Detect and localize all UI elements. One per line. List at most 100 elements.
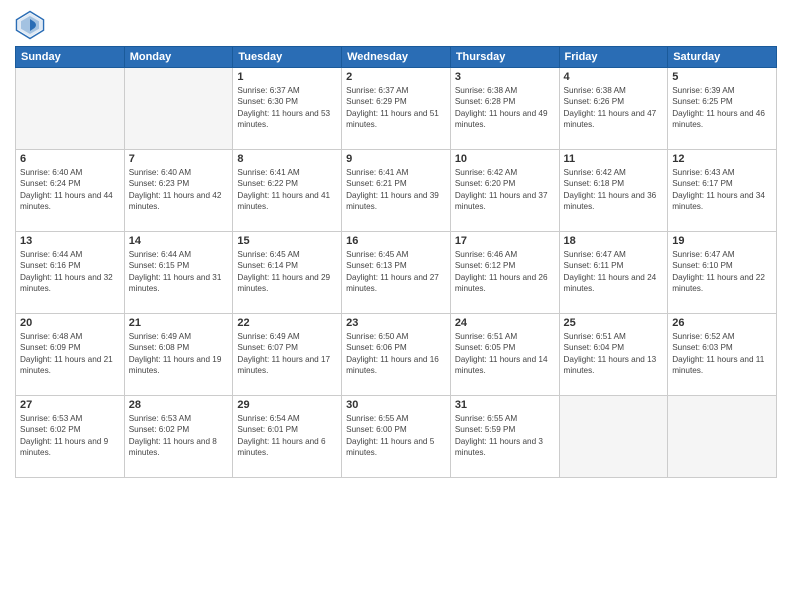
day-number: 9 xyxy=(346,153,446,165)
day-info: Sunrise: 6:46 AMSunset: 6:12 PMDaylight:… xyxy=(455,249,555,295)
day-number: 23 xyxy=(346,317,446,329)
day-info: Sunrise: 6:44 AMSunset: 6:16 PMDaylight:… xyxy=(20,249,120,295)
calendar-cell: 16 Sunrise: 6:45 AMSunset: 6:13 PMDayligh… xyxy=(342,232,451,314)
calendar-cell: 28 Sunrise: 6:53 AMSunset: 6:02 PMDayligh… xyxy=(124,396,233,478)
calendar-cell: 26 Sunrise: 6:52 AMSunset: 6:03 PMDayligh… xyxy=(668,314,777,396)
day-info: Sunrise: 6:48 AMSunset: 6:09 PMDaylight:… xyxy=(20,331,120,377)
day-number: 6 xyxy=(20,153,120,165)
day-number: 28 xyxy=(129,399,229,411)
day-info: Sunrise: 6:43 AMSunset: 6:17 PMDaylight:… xyxy=(672,167,772,213)
day-number: 7 xyxy=(129,153,229,165)
calendar-cell: 6Sunrise: 6:40 AMSunset: 6:24 PMDaylight… xyxy=(16,150,125,232)
day-info: Sunrise: 6:41 AMSunset: 6:21 PMDaylight:… xyxy=(346,167,446,213)
page: SundayMondayTuesdayWednesdayThursdayFrid… xyxy=(0,0,792,612)
day-info: Sunrise: 6:55 AMSunset: 5:59 PMDaylight:… xyxy=(455,413,555,459)
calendar-cell: 3 Sunrise: 6:38 AMSunset: 6:28 PMDaylight… xyxy=(450,68,559,150)
day-info: Sunrise: 6:51 AMSunset: 6:05 PMDaylight:… xyxy=(455,331,555,377)
calendar-cell: 14 Sunrise: 6:44 AMSunset: 6:15 PMDayligh… xyxy=(124,232,233,314)
calendar-cell: 20 Sunrise: 6:48 AMSunset: 6:09 PMDayligh… xyxy=(16,314,125,396)
week-row-5: 27 Sunrise: 6:53 AMSunset: 6:02 PMDayligh… xyxy=(16,396,777,478)
day-info: Sunrise: 6:38 AMSunset: 6:28 PMDaylight:… xyxy=(455,85,555,131)
calendar-cell: 27 Sunrise: 6:53 AMSunset: 6:02 PMDayligh… xyxy=(16,396,125,478)
day-number: 27 xyxy=(20,399,120,411)
day-number: 21 xyxy=(129,317,229,329)
day-number: 12 xyxy=(672,153,772,165)
calendar-cell: 8 Sunrise: 6:41 AMSunset: 6:22 PMDaylight… xyxy=(233,150,342,232)
weekday-header-thursday: Thursday xyxy=(450,47,559,68)
day-info: Sunrise: 6:40 AMSunset: 6:23 PMDaylight:… xyxy=(129,167,229,213)
calendar-cell: 29Sunrise: 6:54 AMSunset: 6:01 PMDayligh… xyxy=(233,396,342,478)
weekday-header-sunday: Sunday xyxy=(16,47,125,68)
day-info: Sunrise: 6:52 AMSunset: 6:03 PMDaylight:… xyxy=(672,331,772,377)
week-row-2: 6Sunrise: 6:40 AMSunset: 6:24 PMDaylight… xyxy=(16,150,777,232)
calendar-cell xyxy=(668,396,777,478)
day-number: 17 xyxy=(455,235,555,247)
weekday-header-wednesday: Wednesday xyxy=(342,47,451,68)
header xyxy=(15,10,777,40)
day-number: 16 xyxy=(346,235,446,247)
calendar-cell xyxy=(124,68,233,150)
weekday-header-friday: Friday xyxy=(559,47,668,68)
calendar-cell: 25Sunrise: 6:51 AMSunset: 6:04 PMDayligh… xyxy=(559,314,668,396)
weekday-header-row: SundayMondayTuesdayWednesdayThursdayFrid… xyxy=(16,47,777,68)
calendar-cell: 31 Sunrise: 6:55 AMSunset: 5:59 PMDayligh… xyxy=(450,396,559,478)
day-info: Sunrise: 6:41 AMSunset: 6:22 PMDaylight:… xyxy=(237,167,337,213)
day-number: 18 xyxy=(564,235,664,247)
day-number: 11 xyxy=(564,153,664,165)
day-info: Sunrise: 6:39 AMSunset: 6:25 PMDaylight:… xyxy=(672,85,772,131)
day-info: Sunrise: 6:53 AMSunset: 6:02 PMDaylight:… xyxy=(129,413,229,459)
week-row-1: 1 Sunrise: 6:37 AMSunset: 6:30 PMDaylight… xyxy=(16,68,777,150)
day-info: Sunrise: 6:42 AMSunset: 6:18 PMDaylight:… xyxy=(564,167,664,213)
day-number: 5 xyxy=(672,71,772,83)
day-number: 22 xyxy=(237,317,337,329)
day-info: Sunrise: 6:44 AMSunset: 6:15 PMDaylight:… xyxy=(129,249,229,295)
day-info: Sunrise: 6:47 AMSunset: 6:11 PMDaylight:… xyxy=(564,249,664,295)
calendar-cell: 2 Sunrise: 6:37 AMSunset: 6:29 PMDaylight… xyxy=(342,68,451,150)
day-number: 2 xyxy=(346,71,446,83)
calendar-cell xyxy=(16,68,125,150)
day-info: Sunrise: 6:50 AMSunset: 6:06 PMDaylight:… xyxy=(346,331,446,377)
calendar-cell: 15 Sunrise: 6:45 AMSunset: 6:14 PMDayligh… xyxy=(233,232,342,314)
calendar-cell: 24 Sunrise: 6:51 AMSunset: 6:05 PMDayligh… xyxy=(450,314,559,396)
calendar-cell: 22 Sunrise: 6:49 AMSunset: 6:07 PMDayligh… xyxy=(233,314,342,396)
week-row-4: 20 Sunrise: 6:48 AMSunset: 6:09 PMDayligh… xyxy=(16,314,777,396)
calendar-cell: 23 Sunrise: 6:50 AMSunset: 6:06 PMDayligh… xyxy=(342,314,451,396)
day-number: 4 xyxy=(564,71,664,83)
logo-icon xyxy=(15,10,45,40)
calendar-cell: 19 Sunrise: 6:47 AMSunset: 6:10 PMDayligh… xyxy=(668,232,777,314)
day-info: Sunrise: 6:45 AMSunset: 6:14 PMDaylight:… xyxy=(237,249,337,295)
day-info: Sunrise: 6:37 AMSunset: 6:30 PMDaylight:… xyxy=(237,85,337,131)
day-info: Sunrise: 6:54 AMSunset: 6:01 PMDaylight:… xyxy=(237,413,337,459)
weekday-header-monday: Monday xyxy=(124,47,233,68)
calendar-cell: 1 Sunrise: 6:37 AMSunset: 6:30 PMDaylight… xyxy=(233,68,342,150)
day-number: 15 xyxy=(237,235,337,247)
day-info: Sunrise: 6:49 AMSunset: 6:08 PMDaylight:… xyxy=(129,331,229,377)
day-number: 31 xyxy=(455,399,555,411)
day-number: 10 xyxy=(455,153,555,165)
day-number: 26 xyxy=(672,317,772,329)
weekday-header-saturday: Saturday xyxy=(668,47,777,68)
day-number: 19 xyxy=(672,235,772,247)
logo xyxy=(15,10,49,40)
day-number: 30 xyxy=(346,399,446,411)
day-info: Sunrise: 6:47 AMSunset: 6:10 PMDaylight:… xyxy=(672,249,772,295)
day-info: Sunrise: 6:45 AMSunset: 6:13 PMDaylight:… xyxy=(346,249,446,295)
day-number: 24 xyxy=(455,317,555,329)
day-number: 8 xyxy=(237,153,337,165)
day-info: Sunrise: 6:49 AMSunset: 6:07 PMDaylight:… xyxy=(237,331,337,377)
day-number: 20 xyxy=(20,317,120,329)
day-number: 1 xyxy=(237,71,337,83)
day-number: 3 xyxy=(455,71,555,83)
weekday-header-tuesday: Tuesday xyxy=(233,47,342,68)
day-info: Sunrise: 6:37 AMSunset: 6:29 PMDaylight:… xyxy=(346,85,446,131)
calendar-cell xyxy=(559,396,668,478)
day-number: 13 xyxy=(20,235,120,247)
day-info: Sunrise: 6:42 AMSunset: 6:20 PMDaylight:… xyxy=(455,167,555,213)
day-info: Sunrise: 6:51 AMSunset: 6:04 PMDaylight:… xyxy=(564,331,664,377)
calendar-table: SundayMondayTuesdayWednesdayThursdayFrid… xyxy=(15,46,777,478)
day-info: Sunrise: 6:53 AMSunset: 6:02 PMDaylight:… xyxy=(20,413,120,459)
day-number: 14 xyxy=(129,235,229,247)
calendar-cell: 11 Sunrise: 6:42 AMSunset: 6:18 PMDayligh… xyxy=(559,150,668,232)
calendar-cell: 5 Sunrise: 6:39 AMSunset: 6:25 PMDaylight… xyxy=(668,68,777,150)
week-row-3: 13 Sunrise: 6:44 AMSunset: 6:16 PMDayligh… xyxy=(16,232,777,314)
